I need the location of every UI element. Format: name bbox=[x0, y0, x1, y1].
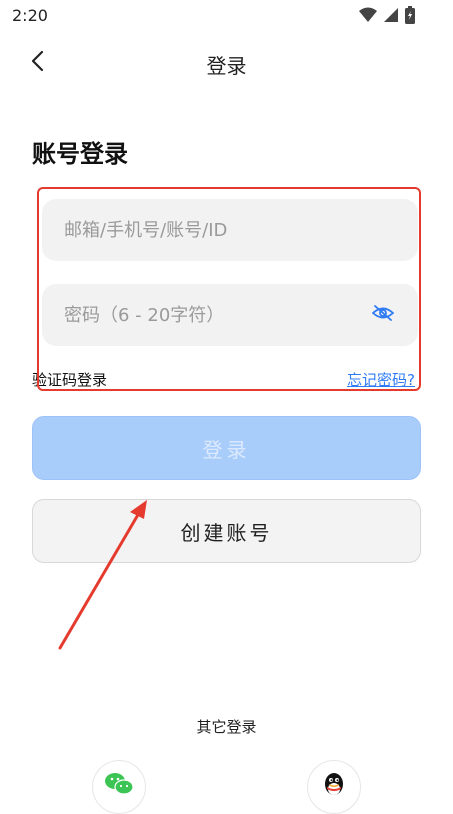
other-login-label: 其它登录 bbox=[196, 718, 257, 736]
account-input[interactable] bbox=[62, 198, 418, 262]
password-input[interactable] bbox=[62, 283, 370, 347]
password-field[interactable] bbox=[42, 283, 418, 347]
status-icons bbox=[359, 6, 415, 28]
qq-login-button[interactable] bbox=[307, 760, 361, 814]
battery-icon bbox=[405, 6, 415, 28]
status-time: 2:20 bbox=[12, 6, 48, 25]
wechat-login-button[interactable] bbox=[92, 760, 146, 814]
code-login-link[interactable]: 验证码登录 bbox=[32, 369, 107, 390]
page-title: 登录 bbox=[206, 54, 247, 78]
forgot-password-link[interactable]: 忘记密码? bbox=[347, 369, 415, 390]
password-toggle-button[interactable] bbox=[370, 302, 396, 328]
create-account-button[interactable]: 创建账号 bbox=[32, 499, 421, 563]
account-field[interactable] bbox=[42, 198, 418, 262]
cellular-icon bbox=[383, 7, 399, 27]
wechat-icon bbox=[104, 772, 134, 800]
login-button[interactable]: 登录 bbox=[32, 416, 421, 480]
eye-hidden-icon bbox=[371, 304, 395, 326]
section-title: 账号登录 bbox=[32, 140, 128, 168]
annotation-arrow bbox=[58, 500, 147, 650]
qq-icon bbox=[321, 772, 347, 806]
wifi-icon bbox=[359, 7, 377, 27]
